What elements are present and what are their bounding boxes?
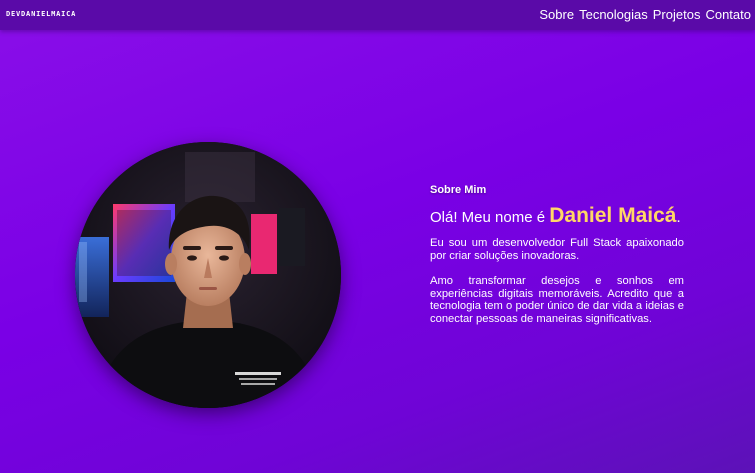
profile-photo: [75, 142, 341, 408]
nav-menu: Sobre Tecnologias Projetos Contato: [539, 7, 751, 23]
nav-link-tecnologias[interactable]: Tecnologias: [579, 7, 648, 23]
site-logo[interactable]: DEVDANIELMAICA: [6, 10, 76, 18]
greeting-text: Olá! Meu nome é Daniel Maicá.: [430, 205, 684, 229]
about-paragraph-2: Amo transformar desejos e sonhos em expe…: [430, 275, 684, 325]
navbar: DEVDANIELMAICA Sobre Tecnologias Projeto…: [0, 0, 755, 30]
profile-portrait-image: [75, 142, 341, 408]
about-section: Sobre Mim Olá! Meu nome é Daniel Maicá. …: [430, 184, 684, 338]
about-paragraph-1: Eu sou um desenvolvedor Full Stack apaix…: [430, 237, 684, 262]
author-name: Daniel Maicá: [549, 204, 677, 227]
greeting-suffix: .: [676, 209, 681, 226]
greeting-prefix: Olá! Meu nome é: [430, 209, 550, 226]
nav-link-projetos[interactable]: Projetos: [653, 7, 701, 23]
about-heading: Sobre Mim: [430, 184, 487, 196]
nav-link-contato[interactable]: Contato: [705, 7, 751, 23]
nav-link-sobre[interactable]: Sobre: [539, 7, 574, 23]
